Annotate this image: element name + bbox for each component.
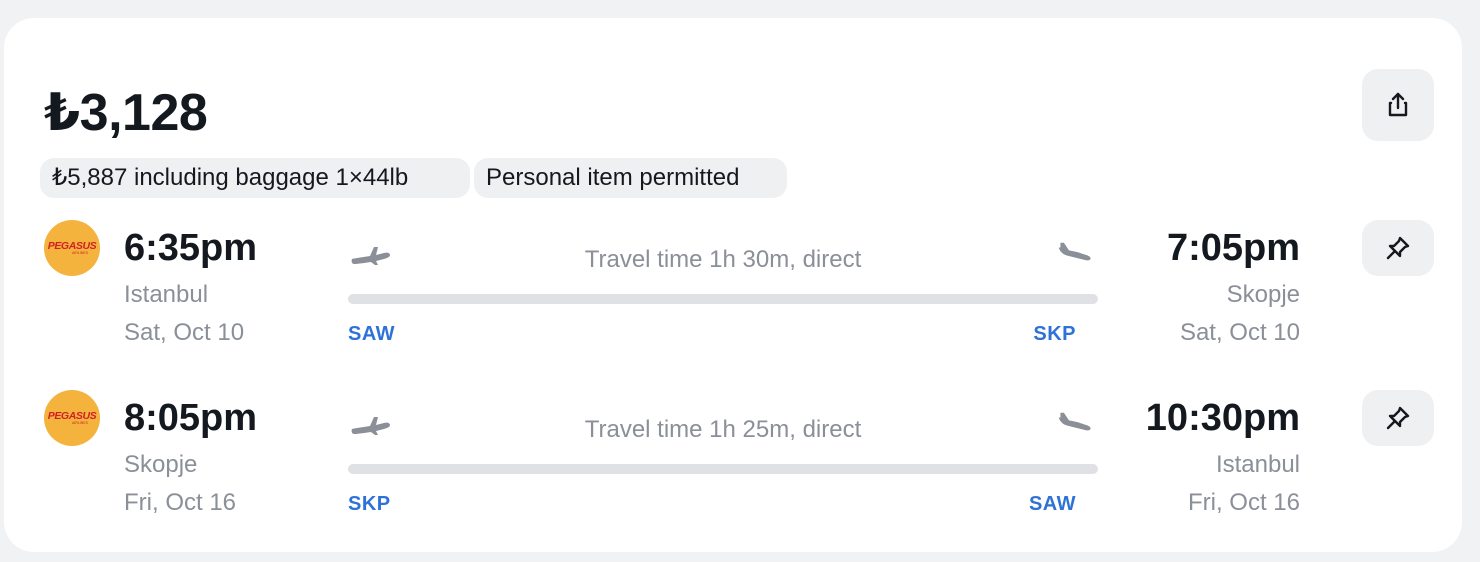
arrival-city: Skopje xyxy=(1226,281,1300,308)
departure-city: Istanbul xyxy=(124,281,209,308)
arrival-airport-code: SKP xyxy=(1033,323,1076,345)
share-icon xyxy=(1388,92,1408,117)
departure-city: Skopje xyxy=(124,451,198,478)
pin-button[interactable] xyxy=(1362,390,1434,446)
airline-logo: PEGASUS AIRLINES xyxy=(44,220,100,276)
departure-date: Fri, Oct 16 xyxy=(124,489,237,516)
pin-icon xyxy=(1386,236,1410,260)
price-total: ₺3,128 xyxy=(44,84,208,142)
arrival-airport-code: SAW xyxy=(1028,493,1076,515)
arrival-time: 10:30pm xyxy=(1145,397,1300,439)
departure-airport-code: SKP xyxy=(348,493,391,515)
flight-result-card[interactable]: ₺3,128 ₺5,887 including baggage 1×44lb P… xyxy=(4,18,1462,552)
travel-time: Travel time 1h 30m, direct xyxy=(584,246,862,273)
arrival-date: Fri, Oct 16 xyxy=(1187,489,1300,516)
route-bar xyxy=(348,464,1098,474)
pin-icon xyxy=(1386,406,1410,430)
airline-logo: PEGASUS AIRLINES xyxy=(44,390,100,446)
personal-item-badge: Personal item permitted xyxy=(474,158,787,198)
baggage-price-badge: ₺5,887 including baggage 1×44lb xyxy=(40,158,470,198)
departure-date: Sat, Oct 10 xyxy=(124,319,245,346)
airline-logo-brand: PEGASUS xyxy=(47,239,97,252)
airline-logo-subtitle: AIRLINES xyxy=(72,420,88,425)
airline-logo-brand: PEGASUS xyxy=(47,409,97,422)
airline-logo-subtitle: AIRLINES xyxy=(72,250,88,255)
plane-landing-icon xyxy=(1058,242,1091,261)
departure-time: 8:05pm xyxy=(124,397,258,439)
departure-airport-code: SAW xyxy=(348,323,396,345)
arrival-city: Istanbul xyxy=(1215,451,1300,478)
travel-time: Travel time 1h 25m, direct xyxy=(584,416,862,443)
arrival-time: 7:05pm xyxy=(1166,227,1300,269)
plane-landing-icon xyxy=(1058,412,1091,431)
route-bar xyxy=(348,294,1098,304)
pin-button[interactable] xyxy=(1362,220,1434,276)
share-button[interactable] xyxy=(1362,69,1434,141)
arrival-date: Sat, Oct 10 xyxy=(1179,319,1300,346)
departure-time: 6:35pm xyxy=(124,227,258,269)
